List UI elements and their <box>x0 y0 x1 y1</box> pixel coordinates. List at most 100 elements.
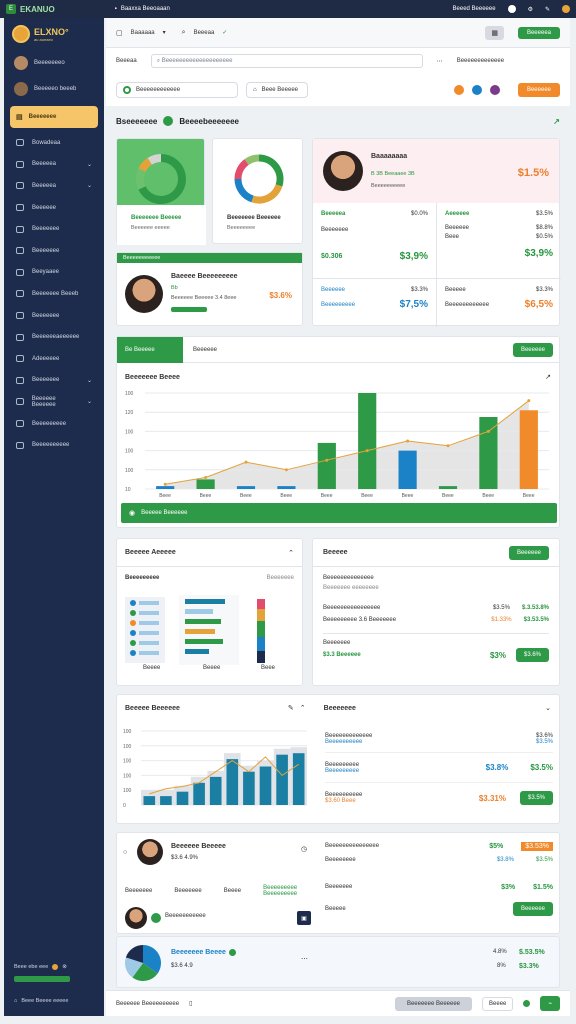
more-icon[interactable]: ⋯ <box>301 955 308 963</box>
top-menu-label[interactable]: Baaxxa Beeoaaan <box>121 6 170 12</box>
contact-row-button[interactable]: Beeeeee <box>512 902 553 916</box>
message-icon[interactable]: ▣ <box>297 911 311 925</box>
sidebar-item-active[interactable]: ▤ Beeeeeee <box>10 106 98 128</box>
sidebar-user[interactable]: Beeeeeeeo <box>4 50 104 76</box>
sidebar-item-2[interactable]: Beeeeea ⌄ <box>4 175 104 197</box>
close-icon[interactable]: ⊗ <box>62 964 67 970</box>
donut-card-2[interactable]: Beeeeeee Beeeeee Beeeeeeee <box>212 138 303 244</box>
cta-button[interactable]: Beeeeee <box>517 83 560 97</box>
mini-hbar <box>185 609 213 614</box>
sidebar-foot-bottom[interactable]: Beee Beeee eeeee <box>21 998 68 1004</box>
pie-v4: $3.3% <box>519 963 539 970</box>
chevron-down-icon[interactable]: ▾ <box>163 29 166 36</box>
sidebar-item-9[interactable]: Beeeeeeaeeeeee <box>4 326 104 348</box>
header-title[interactable]: Baaaaaa <box>131 30 155 36</box>
expand-icon[interactable]: ↗ <box>545 373 551 381</box>
sidebar-item-3[interactable]: Beeeeee <box>4 197 104 219</box>
header-menu[interactable]: Beeeaa <box>194 30 215 36</box>
donut1-label: Beeeeeee Beeeee <box>131 215 182 221</box>
chevron-down-icon[interactable]: ⌄ <box>87 182 92 189</box>
tab-active[interactable]: Be Beeeee <box>117 336 183 363</box>
pie-sub: $3.6 4.9 <box>171 963 193 969</box>
sidebar-item-13[interactable]: Beeeeeeeee <box>4 413 104 435</box>
contact-tab-1[interactable]: Beeeeeee <box>125 888 152 894</box>
filter-pill-2[interactable]: ⌂ Beee Beeeee <box>246 82 308 98</box>
sidebar-item-6[interactable]: Beeyaaee <box>4 262 104 284</box>
header-row-2: Beeeaa ⌕ Beeeeeeeeeeeeeeeeeeee ⋯ Beeeeee… <box>106 48 570 74</box>
user-avatar-2 <box>14 82 28 96</box>
chevron-down-icon[interactable]: ⌄ <box>545 704 551 712</box>
kpi-cell1-big1: $0.306 <box>321 253 343 260</box>
forecast-rows: Beeeeeeeeeeeee Beeeeeeeeee $3.6% $3.5% Beee… <box>325 725 553 813</box>
clock-icon[interactable]: ◷ <box>301 845 307 853</box>
grid-toggle-button[interactable]: ▦ <box>485 25 504 40</box>
help-icon[interactable] <box>489 85 500 95</box>
sidebar-item-8[interactable]: Beeeeeee <box>4 305 104 327</box>
chevron-up-icon[interactable]: ⌃ <box>288 549 294 557</box>
x-tick-label: Beee <box>523 493 535 499</box>
bottom-bar-chart: 100 100 100 100 100 0 <box>123 729 307 809</box>
filter-pill-1[interactable]: Beeeeeeeeeeee <box>116 82 238 98</box>
kpi-cell-4: Beeeee $3.3% Beeeeeeeeeeee $6,5% <box>437 279 561 327</box>
menu-icon <box>16 160 24 168</box>
forecast-row2-l2: Beeeeeeeee <box>325 767 360 774</box>
sidebar-item-14[interactable]: Beeeeeeeeee <box>4 434 104 456</box>
sidebar-item-5[interactable]: Beeeeeee <box>4 240 104 262</box>
tools-icon[interactable]: ✎ <box>545 6 550 13</box>
footer-home-icon[interactable]: ⌂ <box>14 998 17 1004</box>
search-options-icon[interactable]: ⋯ <box>437 58 443 65</box>
sidebar-item-4[interactable]: Beeeeeee <box>4 218 104 240</box>
sidebar-item-label: Beeeeeee <box>32 312 60 319</box>
user-avatar-icon[interactable] <box>562 5 570 13</box>
booking-row2-v1: $1.33% <box>491 617 512 623</box>
footer-button-1[interactable]: Beeeeeee Beeeeee <box>394 996 473 1011</box>
settings-icon[interactable]: ⚙ <box>528 6 533 13</box>
footer-confirm-button[interactable]: ⌁ <box>540 996 560 1011</box>
booking-button[interactable]: Beeeeee <box>508 545 549 560</box>
footer-file-icon[interactable]: ▯ <box>189 1000 192 1007</box>
sidebar-footer: Beee ebe eee ⊗ ⌂ Beee Beeee eeeee <box>4 964 104 1010</box>
sidebar-item-12[interactable]: Beeeeee Beeeeee ⌄ <box>4 391 104 413</box>
messages-icon[interactable] <box>471 85 482 95</box>
sidebar-item-1[interactable]: Beeeeea ⌄ <box>4 154 104 176</box>
contact-tab-2[interactable]: Beeeeeee <box>174 888 201 894</box>
header-action-button[interactable]: Beeeeea <box>517 26 560 39</box>
menu-icon <box>16 333 24 341</box>
contact-tab-3[interactable]: Beeee <box>224 888 241 894</box>
kpi-cell4-label: Beeeee <box>445 287 466 293</box>
chevron-up-icon[interactable]: ⌃ <box>300 704 306 712</box>
chevron-down-icon[interactable]: ⌄ <box>87 398 92 405</box>
chart-footer-bar[interactable]: ◉ Beeeee Beeeeee <box>121 503 557 523</box>
contact-row1-v2: $3.53% <box>521 841 553 851</box>
chevron-down-icon[interactable]: ⌄ <box>87 377 92 384</box>
notification-icon[interactable] <box>453 85 464 95</box>
donut-card-1[interactable]: Beeeeeee Beeeee Beeeeee eeeee <box>116 138 206 245</box>
sidebar-user-2[interactable]: Beeeeeo beeeb <box>4 76 104 102</box>
footer-button-2[interactable]: Beeee <box>482 996 514 1011</box>
home-icon[interactable]: ▪ <box>115 6 117 12</box>
sidebar-item-10[interactable]: Adeeeeee <box>4 348 104 370</box>
chart-tab-button[interactable]: Beeeeee <box>512 342 553 357</box>
booking-footer-button[interactable]: $3.6% <box>515 648 549 662</box>
donut2-segment <box>234 159 249 180</box>
search-icon[interactable]: ⌕ <box>182 29 186 37</box>
line-point <box>244 460 248 464</box>
booking-row0: Beeeeeeeeeeeeee <box>323 575 374 581</box>
header-right-text[interactable]: Beeeeeeeeeeeee <box>457 58 504 64</box>
sidebar-item-11[interactable]: Beeeeeee ⌄ <box>4 370 104 392</box>
link-icon[interactable]: ✎ <box>288 704 294 712</box>
github-icon[interactable] <box>507 5 516 13</box>
forecast-row3-button[interactable]: $3.5% <box>519 791 553 805</box>
profile-card[interactable]: Beeeeeeeeeee Baeeee Beeeeeeeee Bb Beeeee… <box>116 252 303 326</box>
contact-tab-4[interactable]: Beeeeeeeee Beeeeeeeee <box>263 885 315 897</box>
tab-other[interactable]: Beeeeee <box>193 347 217 353</box>
sidebar-item-7[interactable]: Beeeeeee Beeeb <box>4 283 104 305</box>
bar <box>196 479 215 489</box>
mini-label-2: Beeee <box>203 665 221 671</box>
filter-label[interactable]: Beeeaa <box>116 58 137 64</box>
chevron-down-icon[interactable]: ⌄ <box>87 161 92 168</box>
sidebar-logo-sub: au aoeaeo <box>34 36 53 42</box>
radio-icon[interactable]: ○ <box>123 849 127 856</box>
sidebar-item-0[interactable]: Bowadeaa <box>4 132 104 154</box>
search-input[interactable]: ⌕ Beeeeeeeeeeeeeeeeeeee <box>150 54 423 68</box>
